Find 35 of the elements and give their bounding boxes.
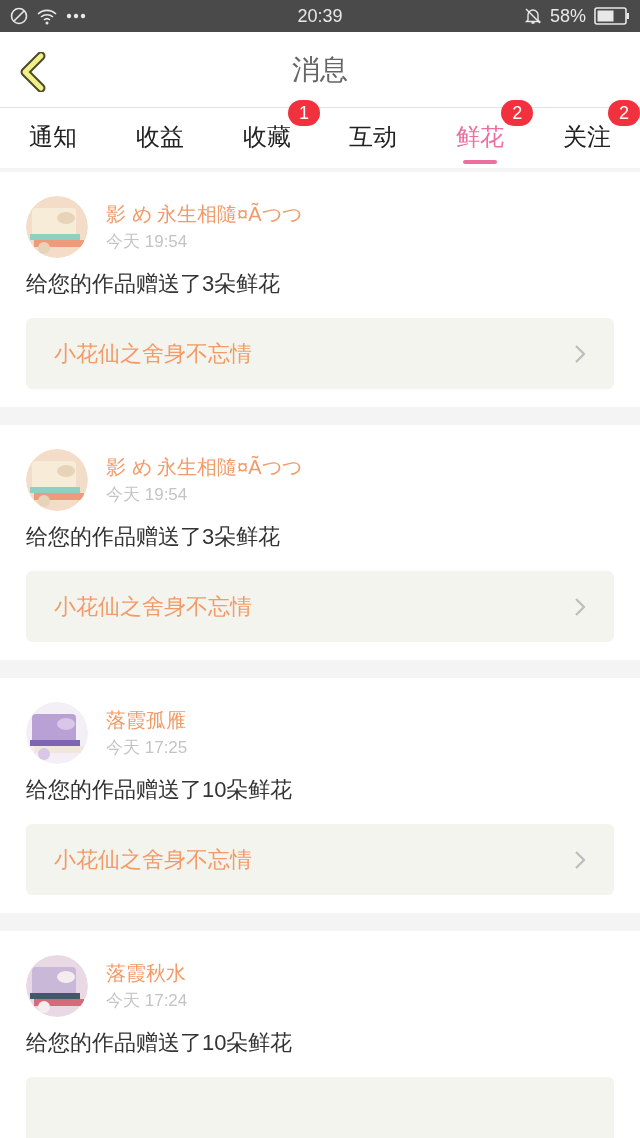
message-text: 给您的作品赠送了3朵鲜花 xyxy=(26,523,282,551)
timestamp: 今天 19:54 xyxy=(106,484,189,506)
tab[interactable]: 通知 xyxy=(29,108,78,168)
sender-name[interactable]: 影 め 永生相隨¤Ãつつ xyxy=(106,453,302,481)
do-not-disturb-icon xyxy=(10,7,28,25)
tab[interactable]: 互动 xyxy=(349,108,398,168)
tab[interactable]: 鲜花 xyxy=(456,108,504,168)
message-text: 给您的作品赠送了3朵鲜花 xyxy=(26,270,282,298)
message-text: 给您的作品赠送了10朵鲜花 xyxy=(26,1029,294,1057)
battery-percent: 58% xyxy=(549,4,586,28)
work-link[interactable]: 小花仙之舍身不忘情 xyxy=(26,824,614,895)
timestamp: 今天 17:25 xyxy=(106,737,188,759)
chevron-right-icon xyxy=(574,596,586,617)
tab[interactable]: 关注 xyxy=(562,108,611,168)
more-icon xyxy=(66,13,86,19)
timestamp: 今天 19:54 xyxy=(106,231,189,253)
message-text: 给您的作品赠送了10朵鲜花 xyxy=(26,776,294,804)
chevron-right-icon xyxy=(574,343,586,364)
clock: 20:39 xyxy=(296,4,344,28)
timestamp: 今天 17:24 xyxy=(106,990,188,1012)
count-badge: 1 xyxy=(288,100,320,126)
tab[interactable]: 收益 xyxy=(136,108,184,168)
count-badge: 2 xyxy=(501,100,534,126)
count-badge: 2 xyxy=(608,100,640,126)
work-link[interactable]: 小花仙之舍身不忘情 xyxy=(26,571,614,642)
sender-name[interactable]: 落霞孤雁 xyxy=(106,706,188,734)
chevron-right-icon xyxy=(574,849,586,870)
wifi-icon xyxy=(36,7,58,25)
work-link[interactable]: 小花仙之舍身不忘情 xyxy=(26,318,614,389)
sender-name[interactable]: 影 め 永生相隨¤Ãつつ xyxy=(106,200,302,228)
battery-icon xyxy=(594,7,630,25)
page-title: 消息 xyxy=(292,52,348,87)
bell-off-icon xyxy=(523,7,542,25)
sender-name[interactable]: 落霞秋水 xyxy=(106,959,188,987)
tab[interactable]: 收藏 xyxy=(242,108,291,168)
